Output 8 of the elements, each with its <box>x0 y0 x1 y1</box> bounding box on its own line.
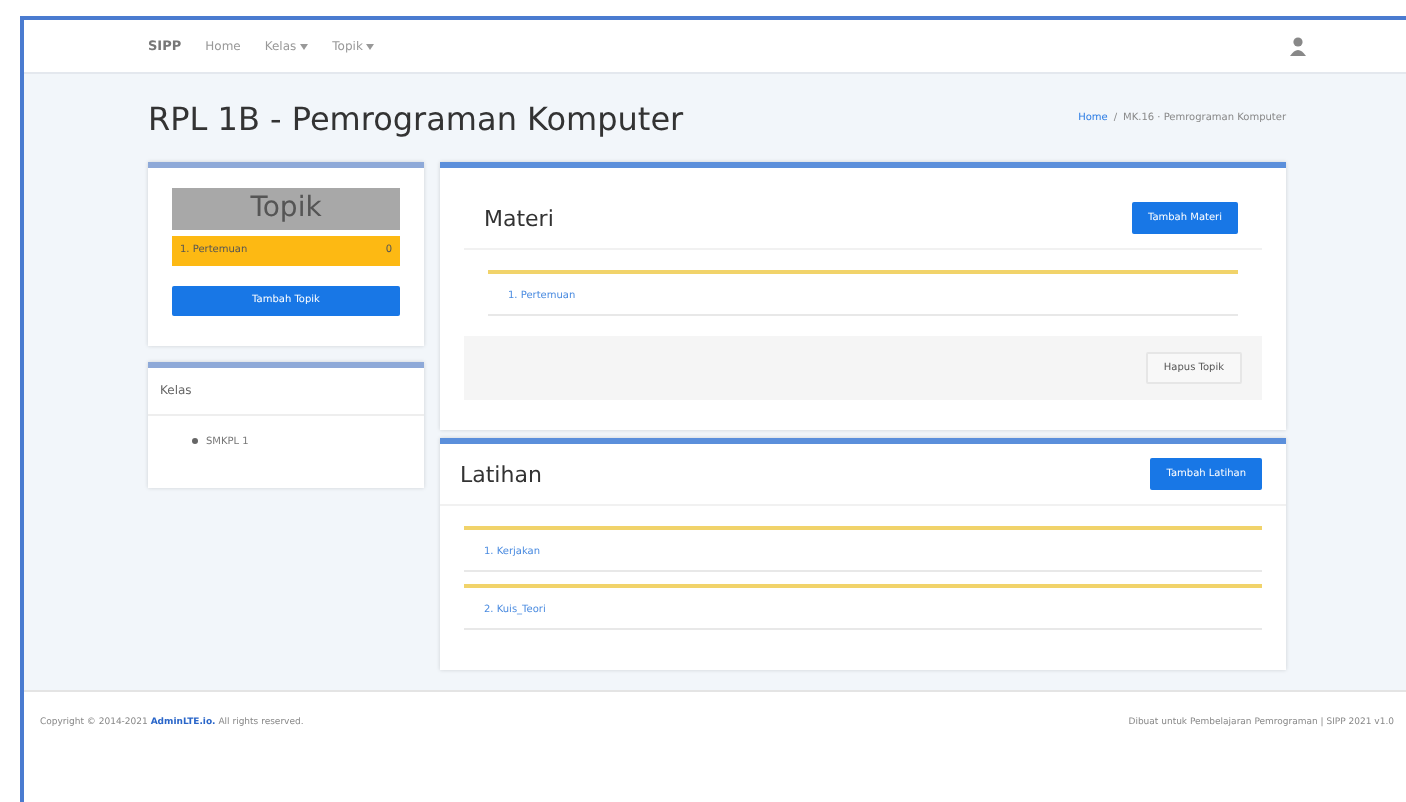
bullet-icon <box>192 438 198 444</box>
card-title: Materi <box>484 205 554 231</box>
user-icon[interactable] <box>1290 36 1306 56</box>
caret-icon <box>366 43 375 49</box>
topic-header: Topik <box>172 188 400 230</box>
card-title: Latihan <box>460 461 542 487</box>
caret-icon <box>300 43 309 49</box>
page-title: RPL 1B - Pemrograman Komputer <box>148 99 684 137</box>
